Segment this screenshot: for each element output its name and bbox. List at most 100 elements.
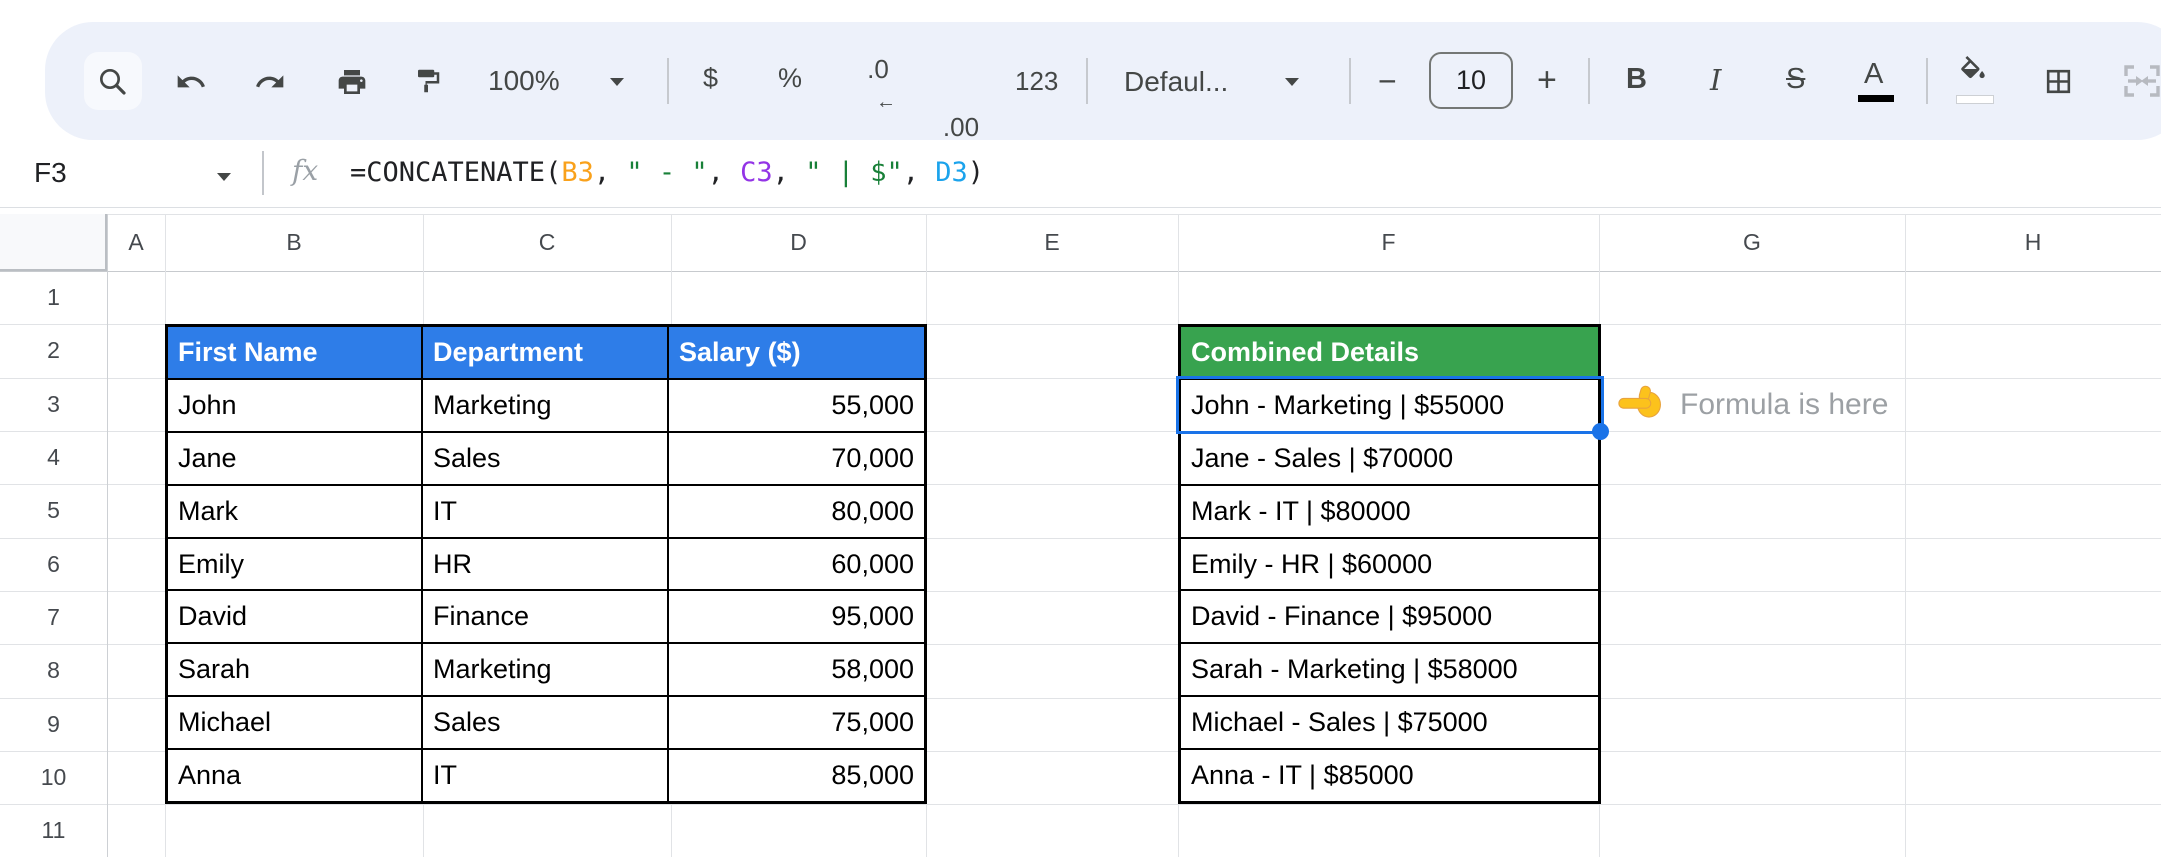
cell[interactable]: 95,000 xyxy=(669,591,924,642)
cell[interactable]: 80,000 xyxy=(669,486,924,537)
row-header-10[interactable]: 10 xyxy=(0,751,107,804)
header-cell[interactable]: Department xyxy=(423,327,669,378)
text-color-bar xyxy=(1858,95,1894,102)
undo-icon[interactable] xyxy=(175,66,207,98)
cell[interactable]: David - Finance | $95000 xyxy=(1181,591,1598,642)
row-header-3[interactable]: 3 xyxy=(0,378,107,431)
cell[interactable]: Sales xyxy=(423,697,669,749)
cell[interactable]: Anna xyxy=(168,750,423,802)
column-header-e[interactable]: E xyxy=(926,214,1178,271)
cell[interactable]: Jane - Sales | $70000 xyxy=(1181,433,1598,484)
font-size-input[interactable]: 10 xyxy=(1429,52,1513,109)
toolbar-divider xyxy=(1349,58,1351,104)
column-header-h[interactable]: H xyxy=(1905,214,2161,271)
header-cell[interactable]: Salary ($) xyxy=(669,327,924,378)
fx-icon: fx xyxy=(292,154,319,187)
header-cell[interactable]: Combined Details xyxy=(1181,327,1598,378)
cell[interactable]: Mark xyxy=(168,485,423,537)
zoom-caret-icon[interactable] xyxy=(608,76,626,87)
fill-handle[interactable] xyxy=(1592,423,1609,440)
pointing-left-hand-icon xyxy=(1618,384,1664,425)
cell[interactable]: Marketing xyxy=(423,379,669,431)
column-header-d[interactable]: D xyxy=(671,214,926,271)
cell[interactable]: Marketing xyxy=(423,644,669,696)
table-row: Mark - IT | $80000 xyxy=(1181,486,1598,539)
text-color-button[interactable]: A xyxy=(1864,58,1883,91)
cell[interactable]: Mark - IT | $80000 xyxy=(1181,486,1598,537)
merge-cells-icon[interactable] xyxy=(2122,64,2161,98)
font-select[interactable]: Defaul... xyxy=(1124,66,1228,98)
column-header-b[interactable]: B xyxy=(165,214,423,271)
cell[interactable]: Sarah xyxy=(168,644,423,696)
annotation: Formula is here xyxy=(1618,378,1888,431)
currency-format-button[interactable]: $ xyxy=(703,63,718,94)
header-cell[interactable]: First Name xyxy=(168,327,423,378)
bold-button[interactable]: B xyxy=(1626,63,1647,96)
strikethrough-button[interactable]: S xyxy=(1786,63,1805,96)
toolbar-divider xyxy=(667,58,669,104)
increase-font-size-button[interactable]: + xyxy=(1537,61,1557,100)
cell[interactable]: 75,000 xyxy=(669,697,924,748)
cell[interactable]: 60,000 xyxy=(669,539,924,590)
cell[interactable]: HR xyxy=(423,538,669,590)
row-header-9[interactable]: 9 xyxy=(0,698,107,751)
font-caret-icon[interactable] xyxy=(1283,76,1301,87)
zoom-select[interactable]: 100% xyxy=(488,65,560,96)
row-header-8[interactable]: 8 xyxy=(0,644,107,697)
cell[interactable]: John xyxy=(168,379,423,431)
row-header-6[interactable]: 6 xyxy=(0,538,107,591)
percent-format-button[interactable]: % xyxy=(778,63,802,94)
search-icon[interactable] xyxy=(96,65,128,97)
table-header-row: Combined Details xyxy=(1181,327,1598,380)
row-header-2[interactable]: 2 xyxy=(0,324,107,377)
column-header-f[interactable]: F xyxy=(1178,214,1599,271)
cell[interactable]: Emily - HR | $60000 xyxy=(1181,539,1598,590)
cell[interactable]: Sales xyxy=(423,432,669,484)
cell[interactable]: 85,000 xyxy=(669,750,924,801)
column-header-a[interactable]: A xyxy=(107,214,165,271)
table-row: Jane Sales 70,000 xyxy=(168,432,924,486)
print-icon[interactable] xyxy=(336,66,368,98)
decrease-decimal-button[interactable]: .0 ← xyxy=(846,52,910,113)
cell[interactable]: Finance xyxy=(423,591,669,643)
row-header-1[interactable]: 1 xyxy=(0,271,107,324)
table-header-row: First Name Department Salary ($) xyxy=(168,327,924,380)
cell[interactable]: 70,000 xyxy=(669,433,924,484)
redo-icon[interactable] xyxy=(254,66,286,98)
cell[interactable]: Jane xyxy=(168,432,423,484)
name-box[interactable]: F3 xyxy=(34,157,67,189)
cell[interactable]: David xyxy=(168,591,423,643)
formula-input[interactable]: =CONCATENATE(B3, " - ", C3, " | $", D3) xyxy=(350,157,984,188)
italic-button[interactable]: I xyxy=(1710,63,1721,97)
row-header-4[interactable]: 4 xyxy=(0,431,107,484)
table-row: John Marketing 55,000 xyxy=(168,379,924,433)
borders-icon[interactable] xyxy=(2043,66,2074,97)
table-row: Anna IT 85,000 xyxy=(168,750,924,802)
table-row: John - Marketing | $55000 xyxy=(1181,380,1598,433)
paint-format-icon[interactable] xyxy=(413,66,443,96)
cell-f3[interactable]: John - Marketing | $55000 xyxy=(1181,380,1598,431)
toolbar-divider xyxy=(1926,58,1928,104)
row-header-7[interactable]: 7 xyxy=(0,591,107,644)
decrease-font-size-button[interactable]: − xyxy=(1378,63,1397,100)
combined-table: Combined Details John - Marketing | $550… xyxy=(1178,324,1601,804)
cell[interactable]: IT xyxy=(423,485,669,537)
fill-color-icon[interactable] xyxy=(1957,56,1989,82)
column-header-c[interactable]: C xyxy=(423,214,671,271)
row-header-5[interactable]: 5 xyxy=(0,484,107,537)
employee-table: First Name Department Salary ($) John Mar… xyxy=(165,324,927,804)
cell[interactable]: 55,000 xyxy=(669,380,924,431)
select-all-corner[interactable] xyxy=(0,214,107,271)
row-header-11[interactable]: 11 xyxy=(0,804,107,857)
more-formats-button[interactable]: 123 xyxy=(1015,66,1058,97)
cell[interactable]: Anna - IT | $85000 xyxy=(1181,750,1598,801)
fill-color-bar xyxy=(1956,95,1994,104)
cell[interactable]: IT xyxy=(423,750,669,802)
column-header-g[interactable]: G xyxy=(1599,214,1905,271)
name-box-caret-icon[interactable] xyxy=(216,169,232,187)
cell[interactable]: Michael - Sales | $75000 xyxy=(1181,697,1598,748)
cell[interactable]: 58,000 xyxy=(669,644,924,695)
cell[interactable]: Emily xyxy=(168,538,423,590)
cell[interactable]: Sarah - Marketing | $58000 xyxy=(1181,644,1598,695)
cell[interactable]: Michael xyxy=(168,697,423,749)
